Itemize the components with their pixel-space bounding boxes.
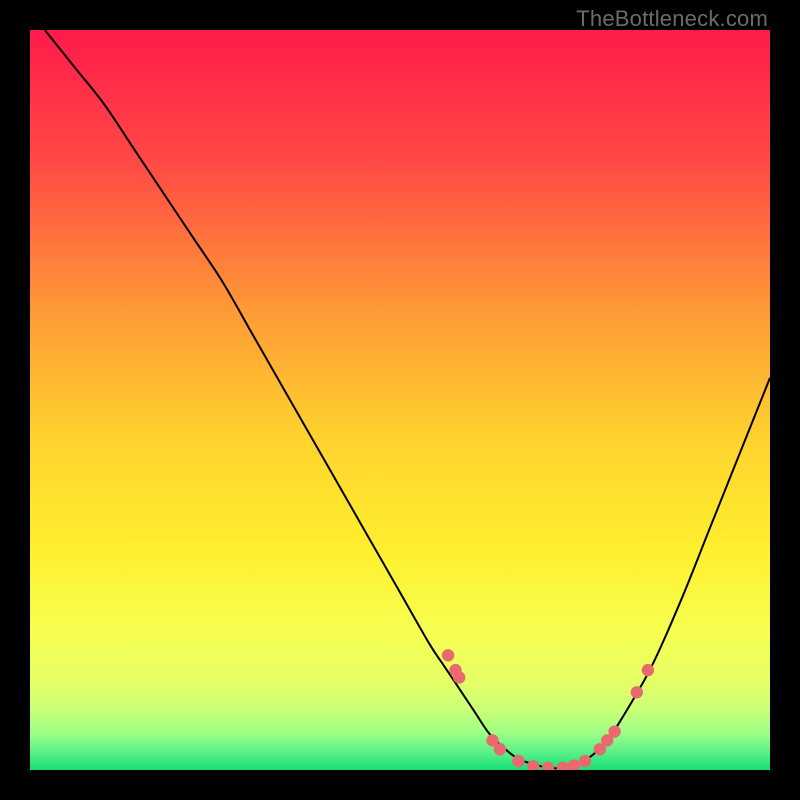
data-dot	[608, 725, 620, 737]
chart-frame: TheBottleneck.com	[0, 0, 800, 800]
plot-area	[30, 30, 770, 770]
data-dot	[568, 759, 580, 770]
data-dot	[527, 760, 539, 770]
data-dot	[579, 755, 591, 767]
watermark-text: TheBottleneck.com	[576, 6, 768, 32]
data-dot	[631, 686, 643, 698]
data-dot	[512, 755, 524, 767]
bottleneck-curve	[30, 30, 770, 770]
data-dot	[542, 762, 554, 770]
data-dot	[442, 649, 454, 661]
data-dot	[453, 671, 465, 683]
data-dot	[642, 664, 654, 676]
data-dot	[557, 762, 569, 770]
data-dot	[494, 743, 506, 755]
curve-path	[45, 30, 770, 768]
